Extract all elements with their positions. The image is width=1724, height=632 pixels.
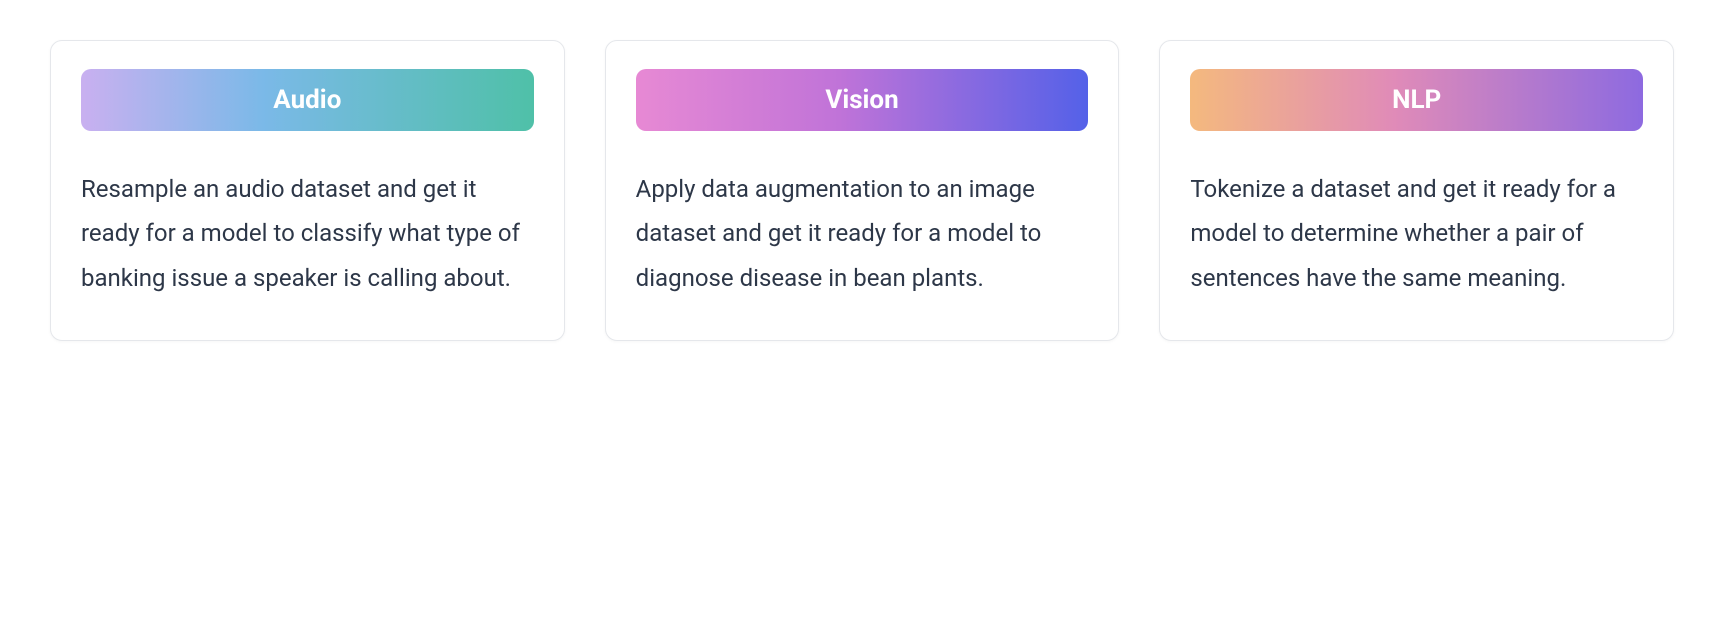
card-audio[interactable]: Audio Resample an audio dataset and get … <box>50 40 565 341</box>
card-description-nlp: Tokenize a dataset and get it ready for … <box>1190 167 1643 300</box>
card-header-nlp: NLP <box>1190 69 1643 131</box>
card-description-vision: Apply data augmentation to an image data… <box>636 167 1089 300</box>
card-vision[interactable]: Vision Apply data augmentation to an ima… <box>605 40 1120 341</box>
card-nlp[interactable]: NLP Tokenize a dataset and get it ready … <box>1159 40 1674 341</box>
card-header-vision: Vision <box>636 69 1089 131</box>
cards-container: Audio Resample an audio dataset and get … <box>50 40 1674 341</box>
card-description-audio: Resample an audio dataset and get it rea… <box>81 167 534 300</box>
card-header-audio: Audio <box>81 69 534 131</box>
